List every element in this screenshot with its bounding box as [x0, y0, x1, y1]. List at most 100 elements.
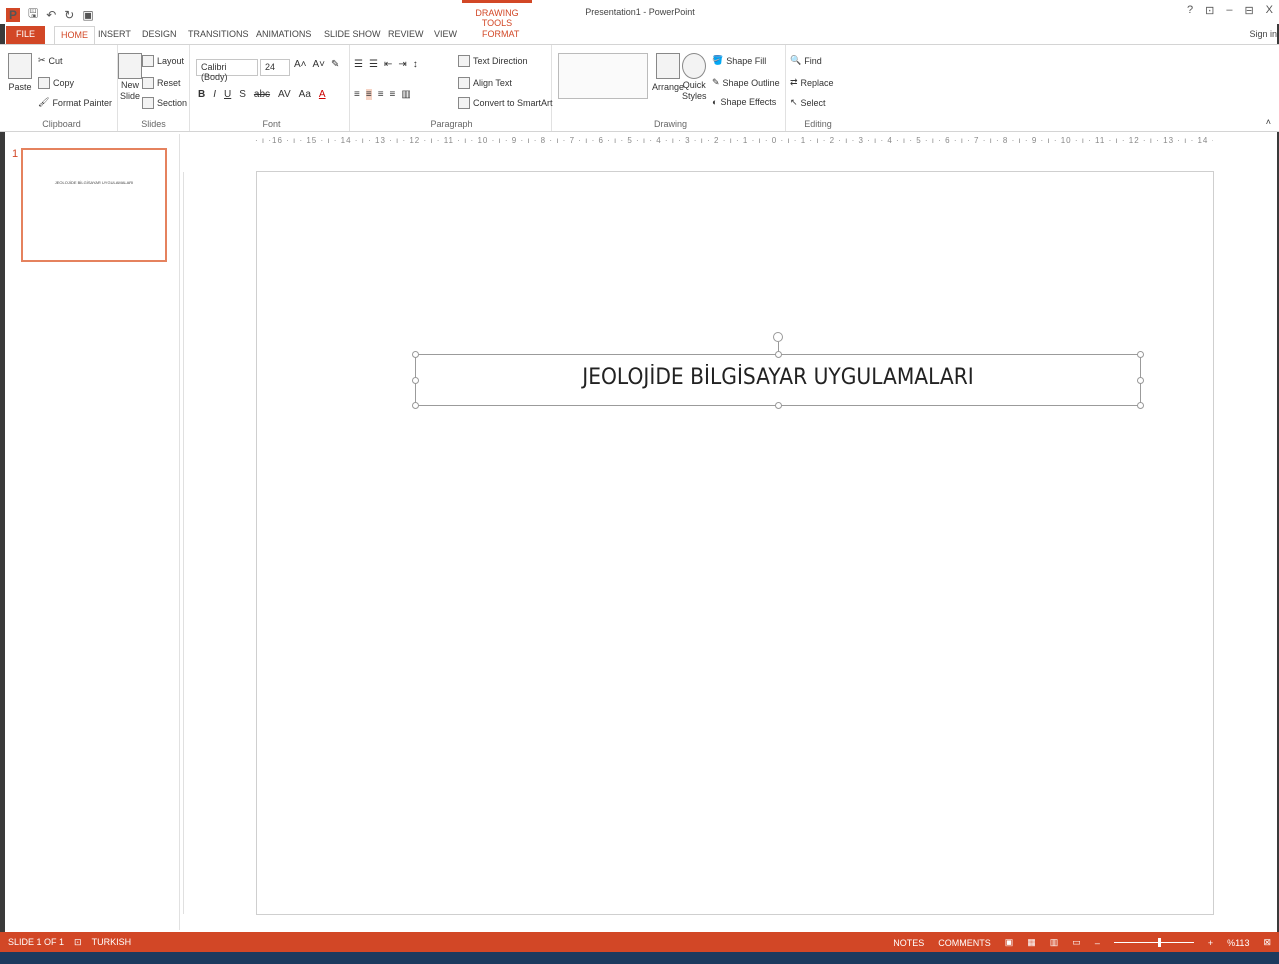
- language-indicator[interactable]: TURKISH: [92, 937, 132, 948]
- increase-indent-icon[interactable]: ⇥: [398, 59, 406, 70]
- close-button[interactable]: X: [1266, 4, 1273, 17]
- find-button[interactable]: 🔍 Find: [790, 55, 822, 66]
- notes-button[interactable]: NOTES: [893, 938, 924, 948]
- tab-format[interactable]: FORMAT: [476, 26, 525, 44]
- rotation-handle[interactable]: [773, 332, 783, 342]
- drawing-group: Arrange Quick Styles 🪣 Shape Fill ✎ Shape …: [556, 45, 786, 131]
- resize-handle-tl[interactable]: [412, 351, 419, 358]
- redo-icon[interactable]: ↻: [64, 8, 74, 22]
- clipboard-group-label: Clipboard: [42, 119, 81, 129]
- arrange-button[interactable]: Arrange: [652, 53, 684, 92]
- cut-button[interactable]: ✂ Cut: [38, 55, 63, 66]
- quick-styles-button[interactable]: Quick Styles: [682, 53, 707, 101]
- format-painter-button[interactable]: 🖌 Format Painter: [38, 97, 112, 108]
- align-text-button[interactable]: Align Text: [458, 77, 512, 89]
- columns-icon[interactable]: ▥: [401, 89, 410, 100]
- resize-handle-ml[interactable]: [412, 377, 419, 384]
- resize-handle-tc[interactable]: [775, 351, 782, 358]
- justify-icon[interactable]: ≡: [390, 89, 396, 100]
- font-size-select[interactable]: 24: [260, 59, 290, 76]
- character-spacing-button[interactable]: AV: [278, 89, 291, 100]
- shape-outline-button[interactable]: ✎ Shape Outline: [712, 77, 780, 88]
- sign-in-link[interactable]: Sign in: [1249, 29, 1277, 39]
- numbering-icon[interactable]: ☰: [369, 59, 378, 70]
- minimize-button[interactable]: –: [1226, 4, 1232, 17]
- zoom-slider[interactable]: [1113, 938, 1194, 947]
- bullets-icon[interactable]: ☰: [354, 59, 363, 70]
- italic-button[interactable]: I: [213, 89, 216, 100]
- tab-transitions[interactable]: TRANSITIONS: [182, 26, 255, 44]
- paste-button[interactable]: Paste: [8, 53, 32, 92]
- title-textbox[interactable]: JEOLOJİDE BİLGİSAYAR UYGULAMALARI: [412, 351, 1144, 409]
- zoom-in-button[interactable]: +: [1208, 938, 1213, 948]
- slide-sorter-icon[interactable]: ▦: [1027, 937, 1036, 948]
- underline-button[interactable]: U: [224, 89, 231, 100]
- reading-view-icon[interactable]: ▥: [1050, 937, 1059, 948]
- line-spacing-icon[interactable]: ↕: [413, 59, 418, 70]
- tab-file[interactable]: FILE: [6, 26, 46, 44]
- slide-canvas[interactable]: JEOLOJİDE BİLGİSAYAR UYGULAMALARI: [256, 171, 1214, 915]
- ribbon-display-options-button[interactable]: ⊡: [1205, 4, 1214, 17]
- help-button[interactable]: ?: [1187, 4, 1193, 17]
- font-family-select[interactable]: Calibri (Body): [196, 59, 258, 82]
- tab-slide-show[interactable]: SLIDE SHOW: [318, 26, 387, 44]
- powerpoint-logo-icon: P: [6, 7, 20, 22]
- tab-view[interactable]: VIEW: [428, 26, 463, 44]
- slide-thumbnail[interactable]: JEOLOJİDE BİLGİSAYAR UYGULAMALARI: [21, 148, 167, 262]
- resize-handle-mr[interactable]: [1137, 377, 1144, 384]
- normal-view-icon[interactable]: ▣: [1005, 937, 1014, 948]
- section-button[interactable]: Section: [142, 97, 187, 109]
- font-color-button[interactable]: A: [319, 89, 326, 100]
- spell-check-icon[interactable]: ⊡: [74, 937, 82, 948]
- zoom-out-button[interactable]: –: [1095, 938, 1100, 948]
- shape-fill-button[interactable]: 🪣 Shape Fill: [712, 55, 766, 66]
- shape-effects-button[interactable]: ◐ Shape Effects: [712, 97, 776, 107]
- arrange-icon: [656, 53, 681, 79]
- new-slide-button[interactable]: New Slide: [118, 53, 142, 101]
- decrease-indent-icon[interactable]: ⇤: [384, 59, 392, 70]
- shapes-gallery[interactable]: [558, 53, 648, 99]
- convert-to-smartart-button[interactable]: Convert to SmartArt: [458, 97, 553, 109]
- font-group: Calibri (Body) 24 A˄ A˅ ✎ B I U S abc AV…: [194, 45, 350, 131]
- start-from-beginning-icon[interactable]: ▣: [82, 8, 93, 22]
- resize-handle-br[interactable]: [1137, 402, 1144, 409]
- tab-design[interactable]: DESIGN: [136, 26, 183, 44]
- fit-slide-icon[interactable]: ⊠: [1263, 937, 1271, 948]
- select-button[interactable]: ↖ Select: [790, 97, 826, 108]
- align-center-icon[interactable]: ≡: [365, 89, 372, 100]
- zoom-level[interactable]: %113: [1227, 938, 1249, 948]
- align-left-icon[interactable]: ≡: [354, 89, 360, 100]
- reset-button[interactable]: Reset: [142, 77, 181, 89]
- undo-icon[interactable]: ↶: [46, 8, 56, 22]
- bold-button[interactable]: B: [198, 89, 205, 100]
- save-icon[interactable]: 🖫: [28, 4, 38, 25]
- text-direction-button[interactable]: Text Direction: [458, 55, 528, 67]
- resize-handle-bc[interactable]: [775, 402, 782, 409]
- shadow-button[interactable]: S: [239, 89, 246, 100]
- replace-button[interactable]: ⇄ Replace: [790, 77, 834, 88]
- comments-button[interactable]: COMMENTS: [938, 938, 991, 948]
- resize-handle-bl[interactable]: [412, 402, 419, 409]
- tab-home[interactable]: HOME: [54, 26, 95, 44]
- strikethrough-button[interactable]: abc: [254, 89, 270, 100]
- slide-title[interactable]: JEOLOJİDE BİLGİSAYAR UYGULAMALARI: [445, 365, 1111, 390]
- alignment-buttons: ≡ ≡ ≡ ≡ ▥: [354, 89, 411, 100]
- zoom-slider-thumb[interactable]: [1157, 938, 1161, 947]
- change-case-button[interactable]: Aa: [299, 89, 311, 100]
- font-size-buttons: A˄ A˅ ✎: [294, 59, 339, 70]
- collapse-ribbon-icon[interactable]: ˄: [1266, 117, 1271, 127]
- restore-button[interactable]: ⊟: [1244, 4, 1253, 17]
- decrease-font-size-icon[interactable]: A˅: [313, 59, 326, 70]
- paragraph-group-label: Paragraph: [430, 119, 473, 129]
- increase-font-size-icon[interactable]: A˄: [294, 59, 307, 70]
- tab-review[interactable]: REVIEW: [382, 26, 430, 44]
- clear-formatting-icon[interactable]: ✎: [331, 59, 339, 70]
- tab-animations[interactable]: ANIMATIONS: [250, 26, 317, 44]
- align-right-icon[interactable]: ≡: [378, 89, 384, 100]
- reset-icon: [142, 77, 154, 89]
- resize-handle-tr[interactable]: [1137, 351, 1144, 358]
- layout-button[interactable]: Layout: [142, 55, 184, 67]
- copy-button[interactable]: Copy: [38, 77, 74, 89]
- slide-show-icon[interactable]: ▭: [1072, 937, 1081, 948]
- tab-insert[interactable]: INSERT: [92, 26, 137, 44]
